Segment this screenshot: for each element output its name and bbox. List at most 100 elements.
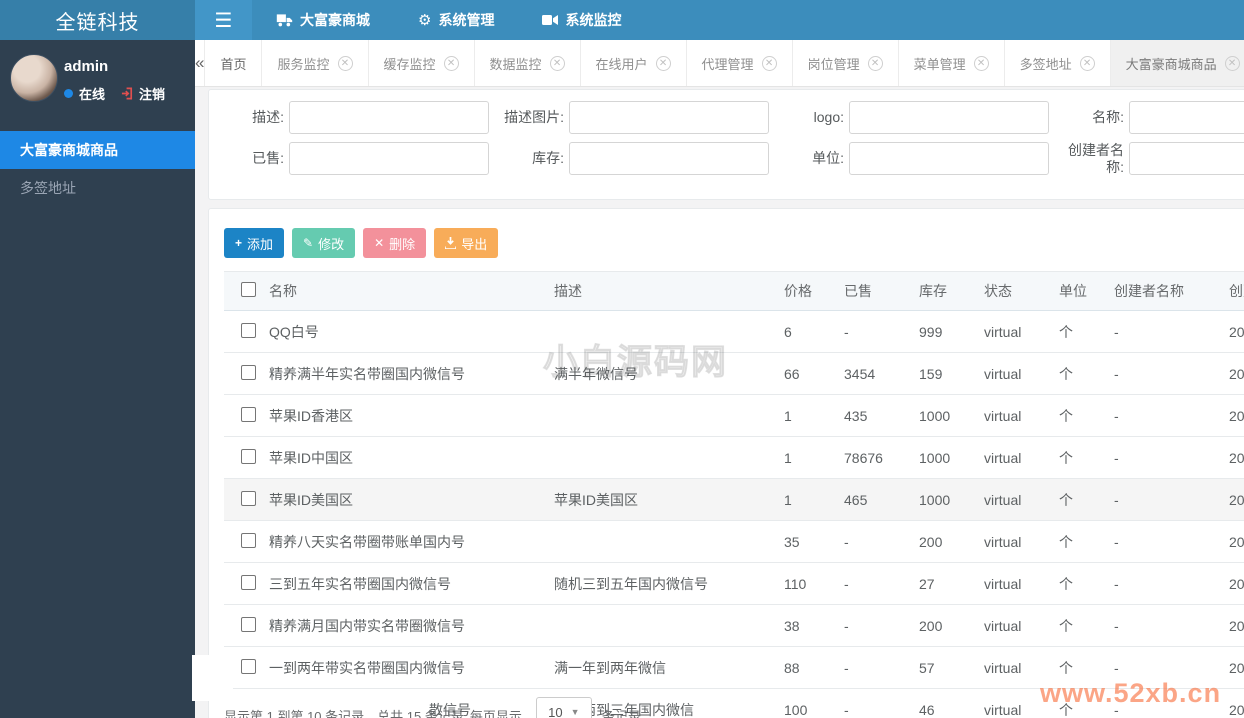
table-row[interactable]: 苹果ID中国区 1 78676 1000 virtual 个 -20 xyxy=(224,436,1244,479)
add-button[interactable]: + 添加 xyxy=(224,228,285,258)
logout-icon xyxy=(121,87,133,100)
edit-button[interactable]: ✎ 修改 xyxy=(292,228,356,258)
logout-button[interactable]: 注销 xyxy=(121,84,165,103)
row-checkbox[interactable] xyxy=(241,407,256,422)
tab-close-icon[interactable]: ✕ xyxy=(655,55,671,71)
cell-desc xyxy=(549,604,779,647)
cell-status: virtual xyxy=(979,436,1054,479)
cell-stock: 1000 xyxy=(914,436,979,479)
tab-0[interactable]: 首页 xyxy=(205,40,263,86)
column-header-2: 价格 xyxy=(779,271,839,311)
cell-sold: 78676 xyxy=(839,436,914,479)
cell-desc: 满一年到两年微信 xyxy=(549,646,779,689)
table-row[interactable]: 精养八天实名带圈带账单国内号 35-200 virtual 个 -20 xyxy=(224,520,1244,563)
field-input-3[interactable] xyxy=(1129,101,1244,134)
tab-1[interactable]: 服务监控 ✕ xyxy=(262,40,369,86)
table-row[interactable]: 苹果ID香港区 1 435 1000 virtual 个 -20 xyxy=(224,394,1244,437)
cell-status: virtual xyxy=(979,352,1054,395)
pagination: 显示第 1 到第 10 条记录，总共 15 条记录 每页显示 10 ▼ 条记录 xyxy=(224,697,641,718)
row-checkbox[interactable] xyxy=(241,491,256,506)
cell-sold: - xyxy=(839,646,914,689)
column-header-7: 创建者名称 xyxy=(1109,271,1224,311)
tab-label: 菜单管理 xyxy=(913,56,966,72)
tab-close-icon[interactable]: ✕ xyxy=(867,55,883,71)
table-row[interactable]: 一到两年带实名带圈国内微信号 满一年到两年微信 88-57 virtual 个 -20 xyxy=(224,646,1244,689)
field-label: 单位: xyxy=(812,150,844,166)
topbar-nav-item-1[interactable]: ⚙ 系统管理 xyxy=(394,0,518,40)
cell-created: 20 xyxy=(1224,478,1244,521)
table-panel: + 添加 ✎ 修改 ✕ 删除 导出 名称 描述 价格 已售 库存 状态 单位 创… xyxy=(208,208,1244,718)
cell-price: 1 xyxy=(779,394,839,437)
tab-close-icon[interactable]: ✕ xyxy=(549,55,565,71)
field-label: 库存: xyxy=(532,150,564,166)
cell-created: 20 xyxy=(1224,394,1244,437)
tab-3[interactable]: 数据监控 ✕ xyxy=(474,40,581,86)
table-row[interactable]: 三到五年实名带圈国内微信号 随机三到五年国内微信号 110-27 virtual 个 -2… xyxy=(224,562,1244,605)
toolbar: + 添加 ✎ 修改 ✕ 删除 导出 xyxy=(224,228,1244,258)
tab-label: 代理管理 xyxy=(701,56,754,72)
cell-stock: 999 xyxy=(914,310,979,353)
table-row[interactable]: QQ白号 6-999 virtual 个 -20 xyxy=(224,310,1244,353)
row-checkbox[interactable] xyxy=(241,617,256,632)
topbar-nav-item-2[interactable]: 系统监控 xyxy=(518,0,645,40)
per-page-select[interactable]: 10 ▼ xyxy=(535,697,592,718)
cell-creator: - xyxy=(1109,562,1224,605)
cell-creator: - xyxy=(1109,478,1224,521)
table-row[interactable]: 精养满半年实名带圈国内微信号 满半年微信号 66 3454 159 virtual 个 -20 xyxy=(224,352,1244,395)
row-checkbox[interactable] xyxy=(241,533,256,548)
tab-8[interactable]: 多签地址 ✕ xyxy=(1004,40,1111,86)
tab-close-icon[interactable]: ✕ xyxy=(973,55,989,71)
nav-label: 系统监控 xyxy=(565,12,622,28)
cell-created: 20 xyxy=(1224,436,1244,479)
field-input-6[interactable] xyxy=(849,142,1049,175)
cell-stock: 200 xyxy=(914,520,979,563)
cell-unit: 个 xyxy=(1054,310,1109,353)
delete-button[interactable]: ✕ 删除 xyxy=(363,228,427,258)
white-overlay-box xyxy=(192,655,233,701)
row-checkbox[interactable] xyxy=(241,575,256,590)
table-row[interactable]: 苹果ID美国区 苹果ID美国区 1 465 1000 virtual 个 -20 xyxy=(224,478,1244,521)
field-input-7[interactable] xyxy=(1129,142,1244,175)
tab-7[interactable]: 菜单管理 ✕ xyxy=(898,40,1005,86)
tab-4[interactable]: 在线用户 ✕ xyxy=(580,40,687,86)
tabs-scroll-left-button[interactable]: « xyxy=(195,40,206,86)
cell-sold: 465 xyxy=(839,478,914,521)
topbar-nav-item-0[interactable]: 大富豪商城 xyxy=(252,0,394,40)
table-row[interactable]: 精养满月国内带实名带圈微信号 38-200 virtual 个 -20 xyxy=(224,604,1244,647)
tab-9[interactable]: 大富豪商城商品 ✕ xyxy=(1110,40,1244,86)
tab-close-icon[interactable]: ✕ xyxy=(443,55,459,71)
tab-close-icon[interactable]: ✕ xyxy=(761,55,777,71)
tab-6[interactable]: 岗位管理 ✕ xyxy=(792,40,899,86)
tab-label: 服务监控 xyxy=(277,56,330,72)
select-all-checkbox[interactable] xyxy=(241,282,256,297)
cell-creator: - xyxy=(1109,520,1224,563)
table-header: 名称描述价格已售库存状态单位创建者名称创建时间 xyxy=(224,271,1244,311)
cell-name: 精养满月国内带实名带圈微信号 xyxy=(264,604,549,647)
cell-stock: 27 xyxy=(914,562,979,605)
cell-stock: 57 xyxy=(914,646,979,689)
sidebar-item-1[interactable]: 多签地址 xyxy=(0,169,195,207)
edit-icon: ✎ xyxy=(303,236,314,250)
row-checkbox[interactable] xyxy=(241,449,256,464)
cell-name: 苹果ID香港区 xyxy=(264,394,549,437)
cell-unit: 个 xyxy=(1054,436,1109,479)
cell-price: 6 xyxy=(779,310,839,353)
sidebar-item-0[interactable]: 大富豪商城商品 xyxy=(0,131,195,169)
cell-sold: - xyxy=(839,562,914,605)
export-button[interactable]: 导出 xyxy=(434,228,499,258)
sidebar-toggle-button[interactable]: ☰ xyxy=(195,0,252,40)
row-checkbox[interactable] xyxy=(241,659,256,674)
cell-unit: 个 xyxy=(1054,478,1109,521)
tab-close-icon[interactable]: ✕ xyxy=(337,55,353,71)
row-checkbox[interactable] xyxy=(241,323,256,338)
username: admin xyxy=(64,58,109,75)
row-checkbox[interactable] xyxy=(241,365,256,380)
tab-5[interactable]: 代理管理 ✕ xyxy=(686,40,793,86)
cell-creator: - xyxy=(1109,310,1224,353)
tab-close-icon[interactable]: ✕ xyxy=(1224,55,1240,71)
cell-price: 1 xyxy=(779,436,839,479)
tab-close-icon[interactable]: ✕ xyxy=(1079,55,1095,71)
tab-label: 岗位管理 xyxy=(807,56,860,72)
plus-icon: + xyxy=(235,236,243,250)
tab-2[interactable]: 缓存监控 ✕ xyxy=(368,40,475,86)
